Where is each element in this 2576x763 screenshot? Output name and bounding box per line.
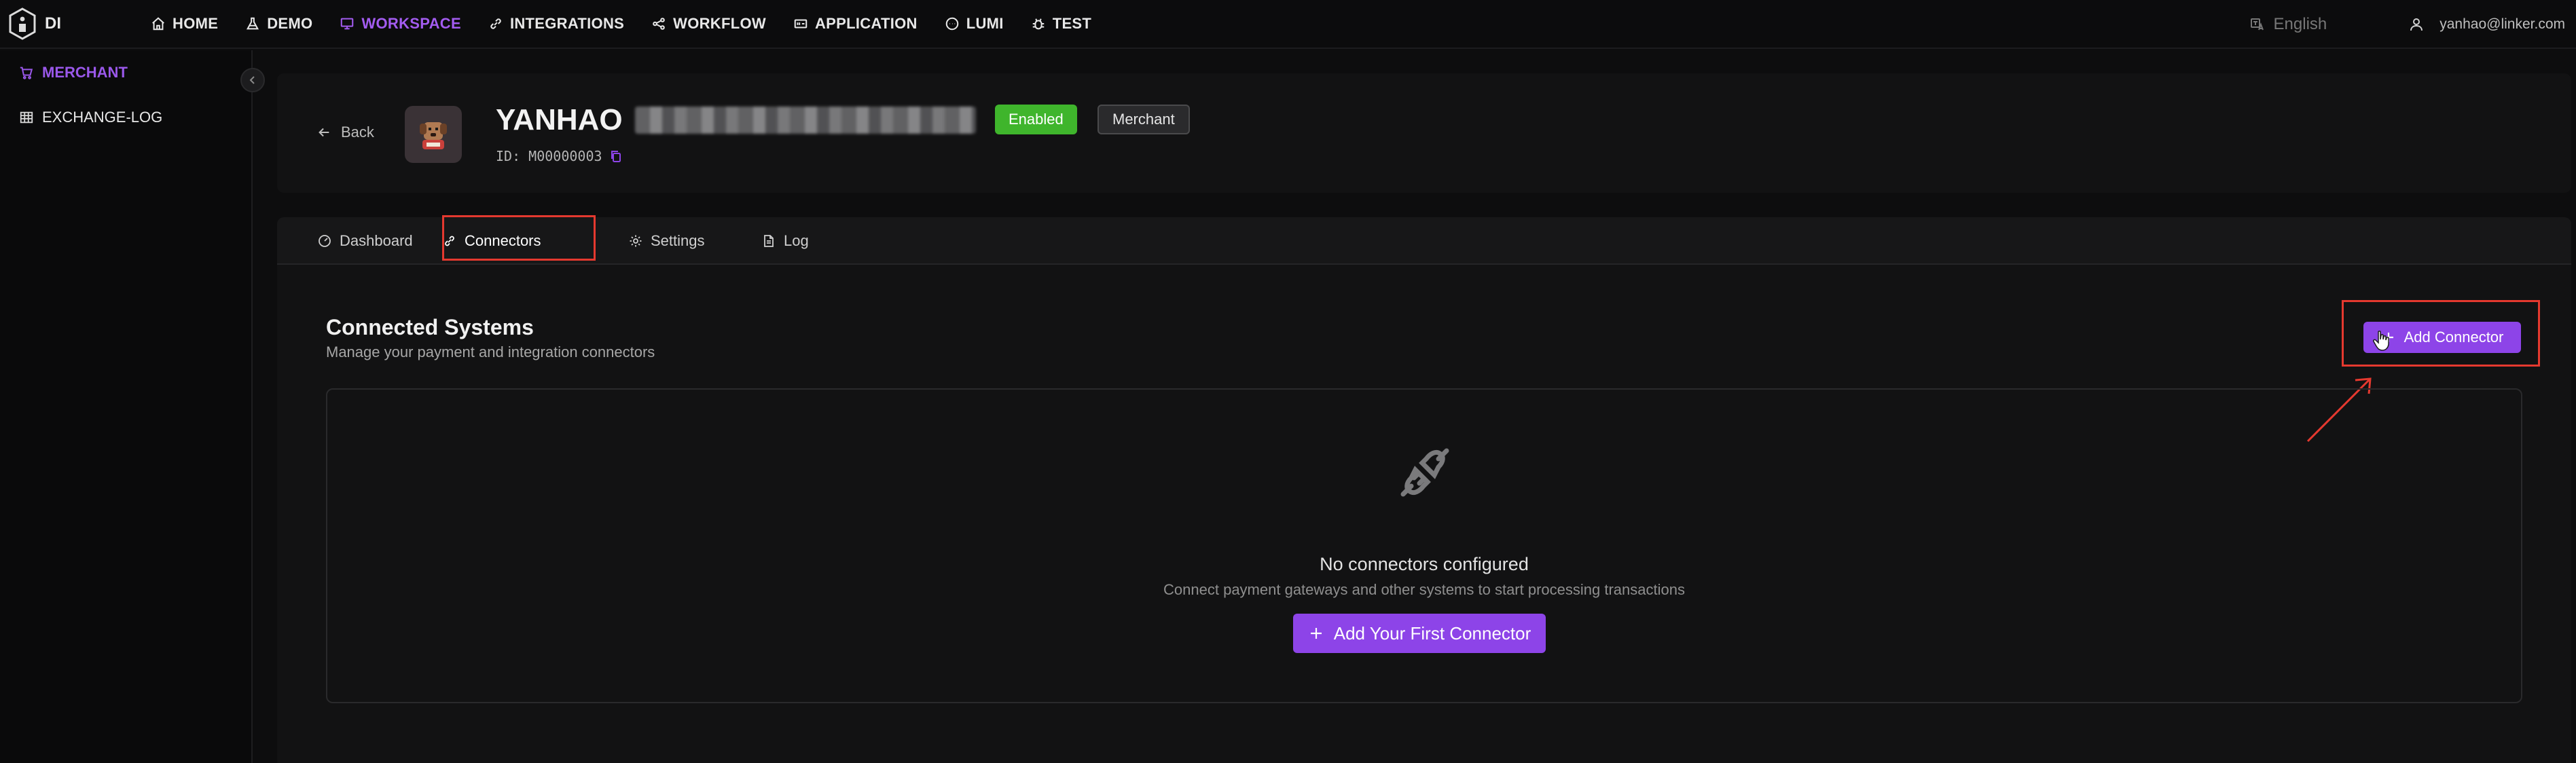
connectors-panel: Connected Systems Manage your payment an… (277, 265, 2571, 763)
flask-icon (247, 17, 259, 30)
user-icon (2410, 18, 2423, 31)
logo-icon (9, 7, 36, 40)
nav-workflow-label: WORKFLOW (673, 15, 766, 32)
sidebar-item-exchange-log[interactable]: EXCHANGE-LOG (0, 95, 251, 140)
merchant-title: YANHAO (496, 103, 976, 137)
document-icon (764, 235, 774, 247)
user-menu[interactable]: yanhao@linker.com (2408, 16, 2565, 33)
nav-home-label: HOME (173, 15, 219, 32)
merchant-avatar (405, 106, 462, 163)
link-icon (445, 236, 454, 246)
dog-avatar-icon (420, 122, 447, 149)
sidebar: MERCHANT EXCHANGE-LOG (0, 50, 265, 763)
brand[interactable]: DI (8, 7, 137, 40)
main-nav: HOME DEMO WORKSPACE INTEGRATIONS WORKFLO… (137, 0, 1105, 48)
nav-demo[interactable]: DEMO (232, 0, 326, 48)
nav-workspace-label: WORKSPACE (361, 15, 461, 32)
bug-icon (1032, 18, 1044, 30)
home-icon (152, 17, 164, 31)
top-right-controls: English yanhao@linker.com (2249, 0, 2576, 49)
redacted-name (634, 107, 976, 134)
tab-settings-label: Settings (651, 232, 705, 249)
tab-log[interactable]: Log (762, 217, 809, 265)
nav-workflow[interactable]: WORKFLOW (638, 0, 780, 48)
nav-demo-label: DEMO (267, 15, 313, 32)
cart-icon (20, 67, 33, 79)
merchant-id-label: ID: M00000003 (496, 148, 602, 164)
sidebar-collapse-button[interactable] (240, 68, 265, 92)
disconnected-plug-icon (1400, 448, 1449, 497)
tab-settings[interactable]: Settings (629, 217, 705, 265)
section-subtitle: Manage your payment and integration conn… (326, 343, 655, 360)
merchant-header: Back YANHAO Enabled Merchant ID: M000000… (277, 73, 2571, 193)
link-icon (490, 18, 501, 29)
language-switcher[interactable]: English (2249, 15, 2327, 34)
hand-pointer-icon (2373, 331, 2389, 351)
nav-integrations[interactable]: INTEGRATIONS (475, 0, 638, 48)
app-window-icon (794, 19, 808, 29)
nav-test[interactable]: TEST (1017, 0, 1105, 48)
user-email: yanhao@linker.com (2439, 16, 2565, 32)
tab-dashboard-label: Dashboard (340, 232, 413, 249)
gear-icon (630, 235, 642, 247)
tab-dashboard[interactable]: Dashboard (318, 217, 413, 265)
copy-icon[interactable] (609, 149, 623, 163)
translate-icon (2250, 18, 2264, 31)
sidebar-item-exchange-log-label: EXCHANGE-LOG (42, 109, 163, 126)
arrow-left-icon (319, 128, 329, 137)
nav-workspace[interactable]: WORKSPACE (326, 0, 475, 48)
top-navigation-bar: DI HOME DEMO WORKSPACE INTEGRATIONS WORK… (0, 0, 2576, 49)
add-first-connector-button[interactable]: Add Your First Connector (1293, 614, 1546, 653)
merchant-tabs: Dashboard Connectors Settings Log (277, 215, 2571, 265)
sidebar-item-merchant-label: MERCHANT (42, 64, 128, 81)
nav-application[interactable]: APPLICATION (780, 0, 931, 48)
sidebar-item-merchant[interactable]: MERCHANT (0, 50, 251, 95)
nav-lumi-label: LUMI (966, 15, 1004, 32)
monitor-icon (341, 18, 354, 30)
tab-log-label: Log (784, 232, 809, 249)
tab-connectors[interactable]: Connectors (443, 217, 541, 265)
merchant-type-badge: Merchant (1097, 105, 1190, 134)
empty-state-title: No connectors configured (1320, 554, 1529, 574)
add-first-connector-label: Add Your First Connector (1333, 622, 1531, 644)
nav-application-label: APPLICATION (814, 15, 918, 32)
merchant-name: YANHAO (496, 103, 623, 136)
tab-connectors-label: Connectors (465, 232, 541, 249)
add-connector-label: Add Connector (2403, 329, 2504, 346)
nav-home[interactable]: HOME (137, 0, 232, 48)
back-label: Back (341, 124, 374, 141)
empty-state: No connectors configured Connect payment… (326, 388, 2522, 703)
nav-integrations-label: INTEGRATIONS (509, 15, 625, 32)
empty-state-subtitle: Connect payment gateways and other syste… (1163, 581, 1685, 598)
back-button[interactable]: Back (316, 124, 374, 141)
chat-bubble-icon (945, 17, 958, 31)
chevron-left-icon (249, 76, 255, 84)
gauge-icon (319, 235, 331, 247)
nav-lumi[interactable]: LUMI (931, 0, 1017, 48)
brand-name: DI (45, 14, 61, 33)
share-nodes-icon (653, 18, 665, 30)
plus-icon (1310, 628, 1322, 639)
section-title: Connected Systems (326, 315, 534, 339)
nav-test-label: TEST (1052, 15, 1092, 32)
status-badge: Enabled (995, 105, 1077, 134)
table-icon (20, 111, 33, 124)
merchant-id: ID: M00000003 (496, 148, 623, 164)
language-label: English (2273, 15, 2327, 33)
